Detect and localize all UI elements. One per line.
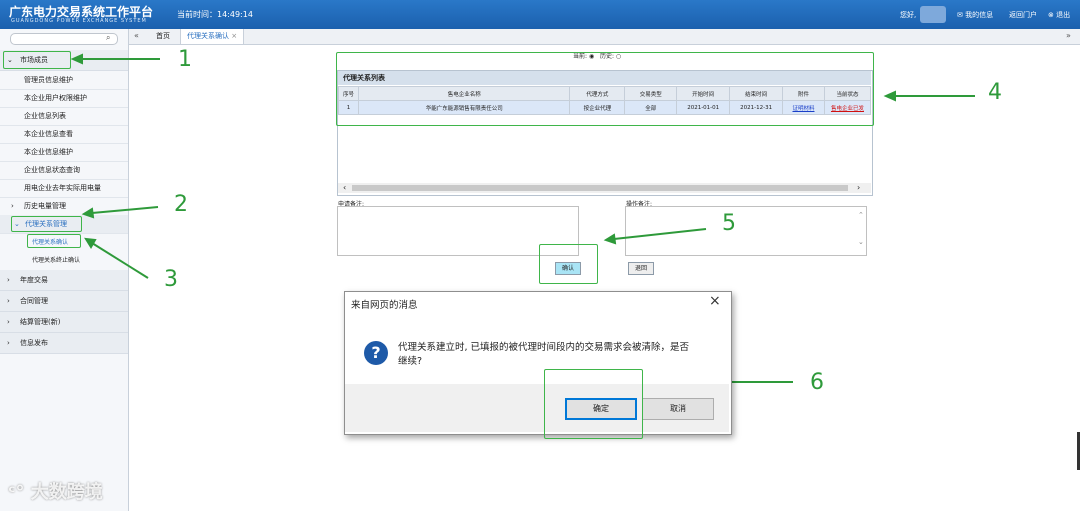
dialog-title: 来自网页的消息 [351,300,418,311]
watermark-logo-icon: ᶜ° [8,482,25,503]
annotation-number-3: 3 [164,267,178,292]
watermark-text: 大数跨境 [30,482,103,503]
watermark: ᶜ° 大数跨境 [8,478,103,504]
dialog-close-icon[interactable]: × [709,293,721,309]
annotation-number-4: 4 [988,80,1002,105]
annotation-box-6 [544,369,643,439]
annotation-number-5: 5 [722,211,736,236]
annotation-number-2: 2 [174,192,188,217]
question-icon: ? [364,341,388,365]
annotation-number-1: 1 [178,47,192,72]
dialog-cancel-button[interactable]: 取消 [642,398,714,420]
annotation-number-6: 6 [810,370,824,395]
dialog-message: 代理关系建立时, 已填报的被代理时间段内的交易需求会被清除，是否继续? [398,342,690,367]
